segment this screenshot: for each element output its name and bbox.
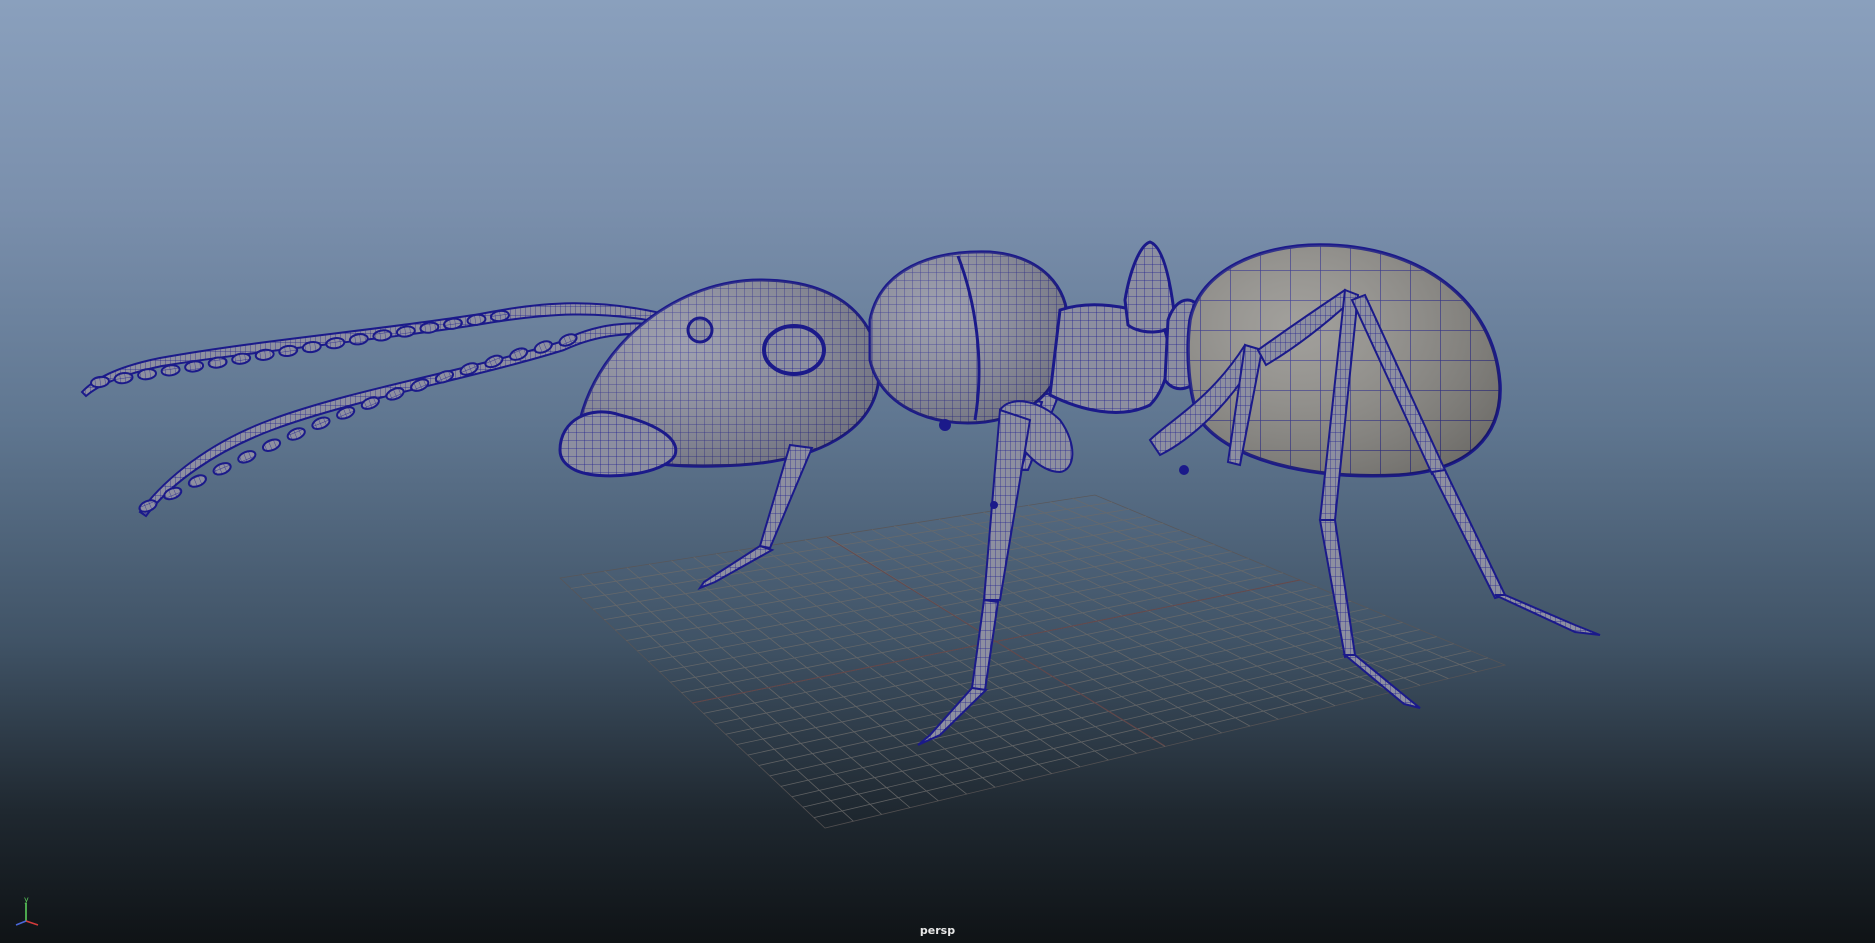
antenna-segment (90, 375, 110, 389)
middle-leg (917, 400, 1074, 746)
y-axis-label: y (24, 895, 29, 904)
antenna-segment (187, 474, 207, 488)
antenna-segment (237, 450, 257, 464)
3d-viewport[interactable]: y persp (0, 0, 1875, 943)
ant-thorax (868, 250, 1171, 425)
antenna-segment (434, 370, 455, 384)
antenna-segment (212, 462, 232, 476)
antenna-segment (311, 416, 331, 430)
antenna-segment (261, 438, 282, 452)
antenna-segment (138, 499, 158, 513)
antenna-segment (286, 427, 306, 441)
camera-name-label: persp (919, 924, 956, 937)
